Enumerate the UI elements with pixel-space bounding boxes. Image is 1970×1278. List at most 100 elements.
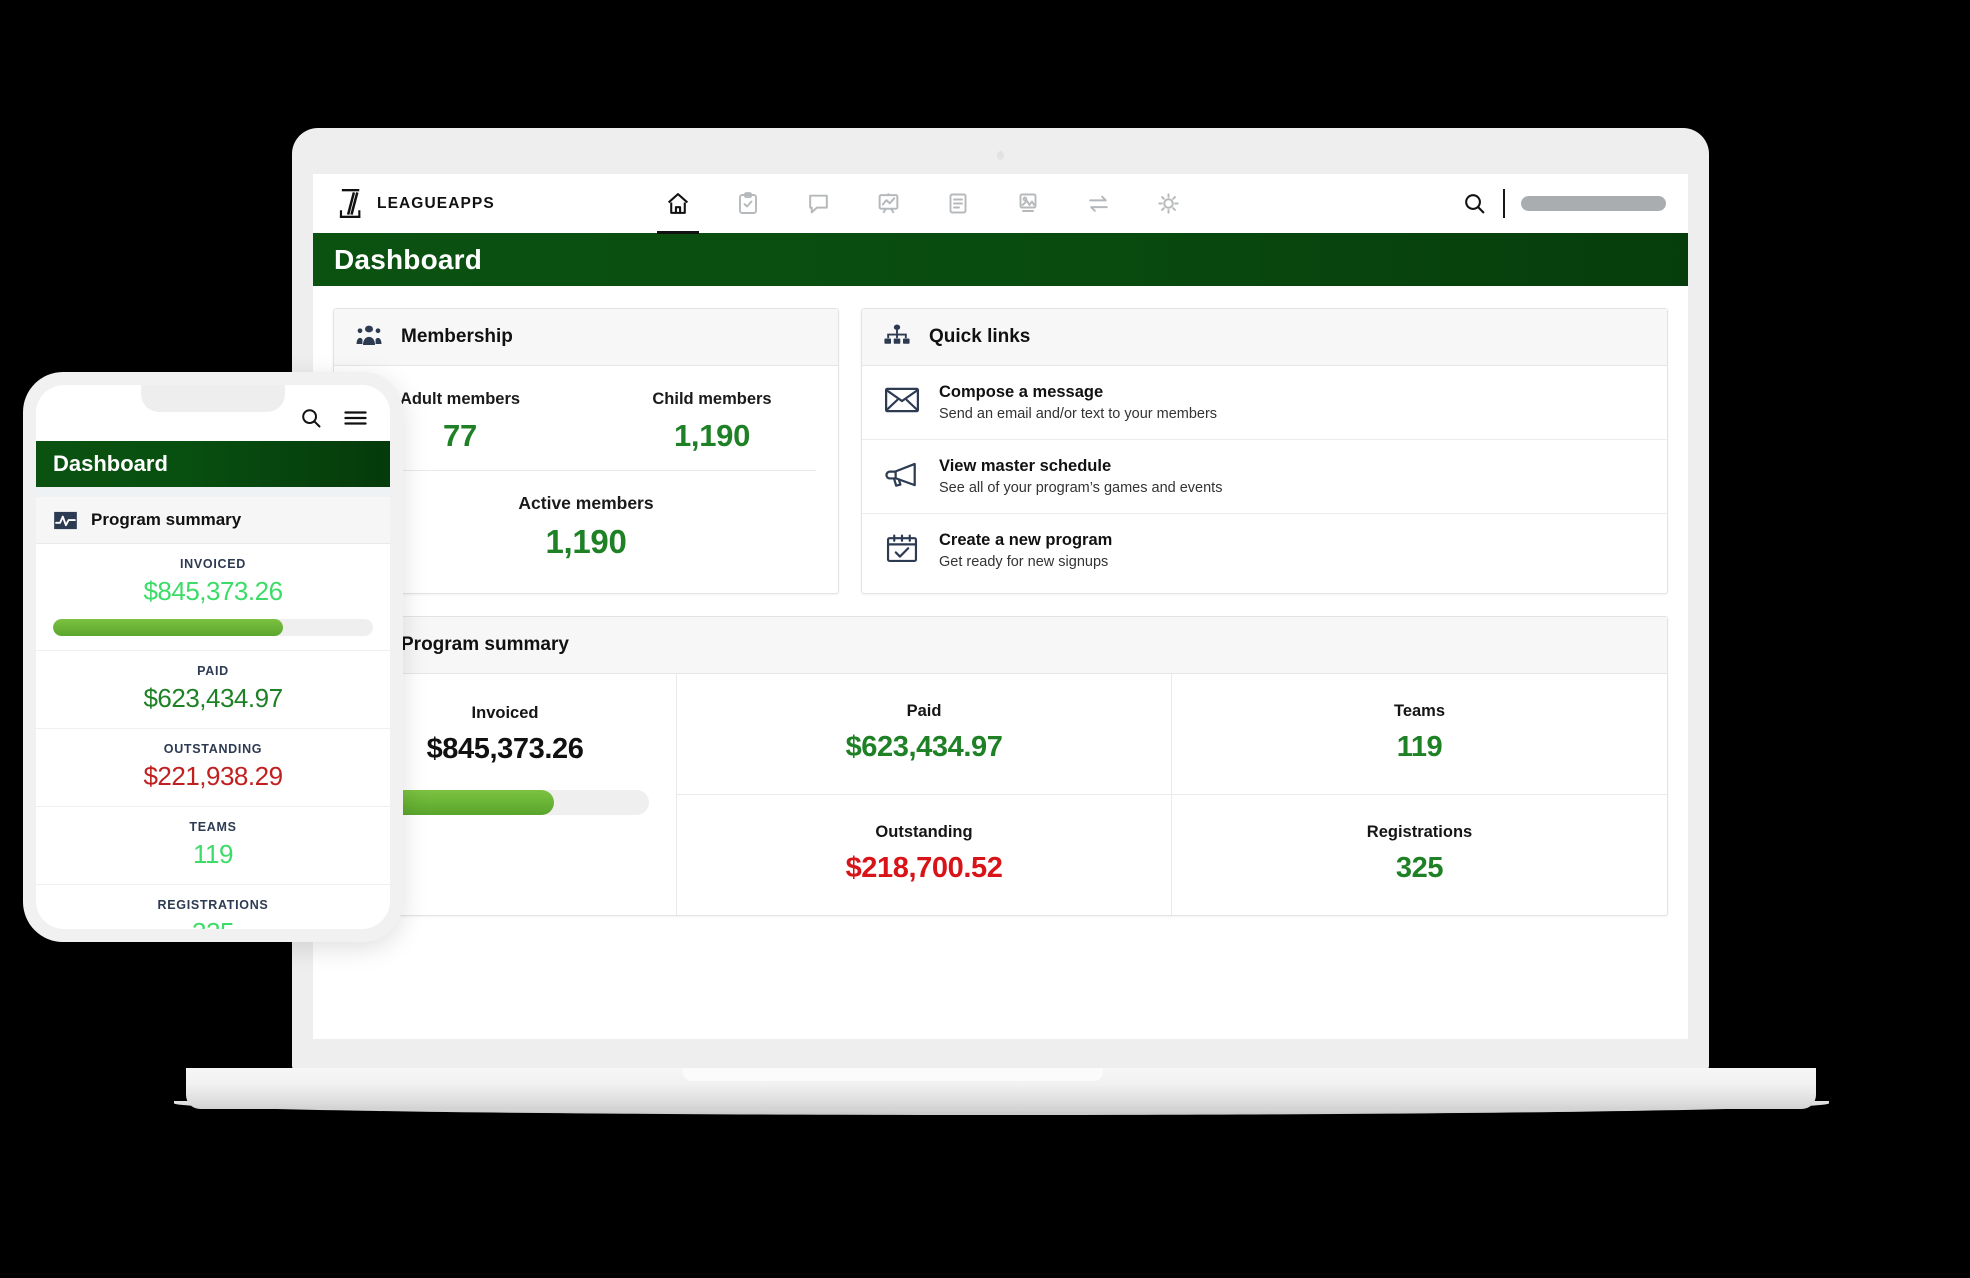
membership-stat-child: Child members 1,190 xyxy=(586,390,838,454)
quick-link-compose-message[interactable]: Compose a message Send an email and/or t… xyxy=(862,366,1667,439)
program-summary-body: Invoiced $845,373.26 Paid $623,434.97 Te… xyxy=(334,674,1667,915)
megaphone-icon xyxy=(884,459,920,492)
envelope-icon xyxy=(884,385,920,418)
invoiced-progress-bar xyxy=(361,790,649,815)
metric-value: 325 xyxy=(1395,852,1444,884)
mobile-value: 325 xyxy=(53,917,373,929)
invoiced-value: $845,373.26 xyxy=(426,733,584,765)
quick-link-title: Compose a message xyxy=(939,383,1104,401)
metric-label: Outstanding xyxy=(875,823,973,841)
metric-outstanding: Outstanding $218,700.52 xyxy=(677,795,1172,915)
laptop-screen: LEAGUEAPPS Dashboard Membership Adult me… xyxy=(313,174,1688,1039)
membership-card-header: Membership xyxy=(334,309,838,366)
membership-stats-row: Adult members 77 Child members 1,190 xyxy=(334,366,838,468)
mobile-progress-bar xyxy=(53,619,373,636)
stat-label: Active members xyxy=(518,493,654,513)
screenshot-stage: LEAGUEAPPS Dashboard Membership Adult me… xyxy=(0,0,1970,1278)
mobile-value: $845,373.26 xyxy=(143,576,283,606)
membership-stat-active: Active members 1,190 xyxy=(334,471,838,593)
mobile-page-title-bar: Dashboard xyxy=(36,441,390,487)
quick-link-master-schedule[interactable]: View master schedule See all of your pro… xyxy=(862,439,1667,513)
mobile-row-paid: PAID $623,434.97 xyxy=(36,651,390,729)
invoiced-label: Invoiced xyxy=(471,704,539,722)
program-summary-card: Program summary Invoiced $845,373.26 Pai… xyxy=(333,616,1668,916)
mobile-label: REGISTRATIONS xyxy=(157,898,269,912)
metric-paid: Paid $623,434.97 xyxy=(677,674,1172,795)
quick-link-title: View master schedule xyxy=(939,457,1112,475)
mobile-value: $221,938.29 xyxy=(143,761,283,791)
metric-value: 119 xyxy=(1396,731,1443,763)
quick-link-subtitle: Send an email and/or text to your member… xyxy=(939,406,1218,422)
webcam-icon xyxy=(997,151,1004,160)
mobile-row-registrations: REGISTRATIONS 325 xyxy=(36,885,390,929)
sitemap-icon xyxy=(882,322,912,352)
nav-right-group xyxy=(1462,189,1666,218)
nav-item-home[interactable] xyxy=(657,182,699,234)
mobile-progress-fill xyxy=(53,619,284,636)
nav-item-reports[interactable] xyxy=(869,182,907,226)
quick-link-title: Create a new program xyxy=(939,531,1113,549)
account-placeholder-bar[interactable] xyxy=(1521,196,1666,211)
mobile-section-title: Program summary xyxy=(91,510,242,529)
top-navigation-bar: LEAGUEAPPS xyxy=(313,174,1688,234)
quick-links-title: Quick links xyxy=(929,326,1031,347)
nav-item-programs[interactable] xyxy=(729,182,767,226)
metric-value: $218,700.52 xyxy=(845,852,1003,884)
nav-item-media[interactable] xyxy=(1009,182,1047,226)
quick-links-card: Quick links Compose a message Send an em… xyxy=(861,308,1668,594)
mobile-label: PAID xyxy=(197,664,229,678)
mobile-label: OUTSTANDING xyxy=(163,742,263,756)
leagueapps-logo-icon xyxy=(337,188,366,219)
phone-mockup: Dashboard Program summary INVOICED $845,… xyxy=(23,372,403,942)
people-group-icon xyxy=(354,322,384,352)
mobile-label: INVOICED xyxy=(179,557,247,571)
mobile-value: $623,434.97 xyxy=(143,683,283,713)
quick-link-create-program[interactable]: Create a new program Get ready for new s… xyxy=(862,513,1667,587)
nav-item-content[interactable] xyxy=(939,182,977,226)
metric-registrations: Registrations 325 xyxy=(1172,795,1667,915)
quick-link-subtitle: See all of your program’s games and even… xyxy=(939,480,1223,496)
hamburger-menu-icon[interactable] xyxy=(343,407,368,429)
page-title-bar: Dashboard xyxy=(313,233,1688,286)
calendar-check-icon xyxy=(884,533,920,566)
metric-value: $623,434.97 xyxy=(845,731,1003,763)
mobile-value: 119 xyxy=(193,839,233,869)
top-card-row: Membership Adult members 77 Child member… xyxy=(333,308,1668,594)
quick-links-card-header: Quick links xyxy=(862,309,1667,366)
mobile-row-invoiced: INVOICED $845,373.26 xyxy=(36,544,390,651)
program-summary-card-header: Program summary xyxy=(334,617,1667,674)
metric-teams: Teams 119 xyxy=(1172,674,1667,795)
mobile-spacer xyxy=(36,487,390,497)
metric-label: Registrations xyxy=(1366,823,1473,841)
phone-notch xyxy=(141,385,285,412)
mobile-row-outstanding: OUTSTANDING $221,938.29 xyxy=(36,729,390,807)
quick-link-subtitle: Get ready for new signups xyxy=(939,554,1109,570)
metric-label: Paid xyxy=(906,702,942,720)
stat-value: 1,190 xyxy=(673,418,751,453)
brand-logo[interactable]: LEAGUEAPPS xyxy=(337,188,637,219)
mobile-section-header: Program summary xyxy=(36,497,390,544)
search-icon[interactable] xyxy=(1462,191,1487,216)
laptop-base xyxy=(186,1068,1816,1109)
program-summary-title: Program summary xyxy=(401,634,569,655)
search-icon[interactable] xyxy=(299,406,323,430)
nav-icon-group xyxy=(657,182,1187,234)
brand-name: LEAGUEAPPS xyxy=(377,194,495,212)
phone-screen: Dashboard Program summary INVOICED $845,… xyxy=(36,385,390,929)
nav-item-settings[interactable] xyxy=(1149,182,1187,226)
mobile-label: TEAMS xyxy=(189,820,237,834)
laptop-mockup: LEAGUEAPPS Dashboard Membership Adult me… xyxy=(174,128,1829,1115)
mobile-row-teams: TEAMS 119 xyxy=(36,807,390,885)
nav-item-transactions[interactable] xyxy=(1079,182,1117,226)
stat-value: 1,190 xyxy=(545,523,627,560)
program-summary-metrics: Paid $623,434.97 Teams 119 Outstanding $… xyxy=(677,674,1667,915)
membership-card: Membership Adult members 77 Child member… xyxy=(333,308,839,594)
stat-label: Child members xyxy=(652,390,772,408)
page-title: Dashboard xyxy=(334,243,483,275)
dashboard-content: Membership Adult members 77 Child member… xyxy=(313,286,1688,916)
nav-divider xyxy=(1503,189,1505,218)
membership-title: Membership xyxy=(401,326,513,347)
pulse-chart-icon xyxy=(53,508,78,533)
mobile-page-title: Dashboard xyxy=(53,451,168,476)
nav-item-messages[interactable] xyxy=(799,182,837,226)
